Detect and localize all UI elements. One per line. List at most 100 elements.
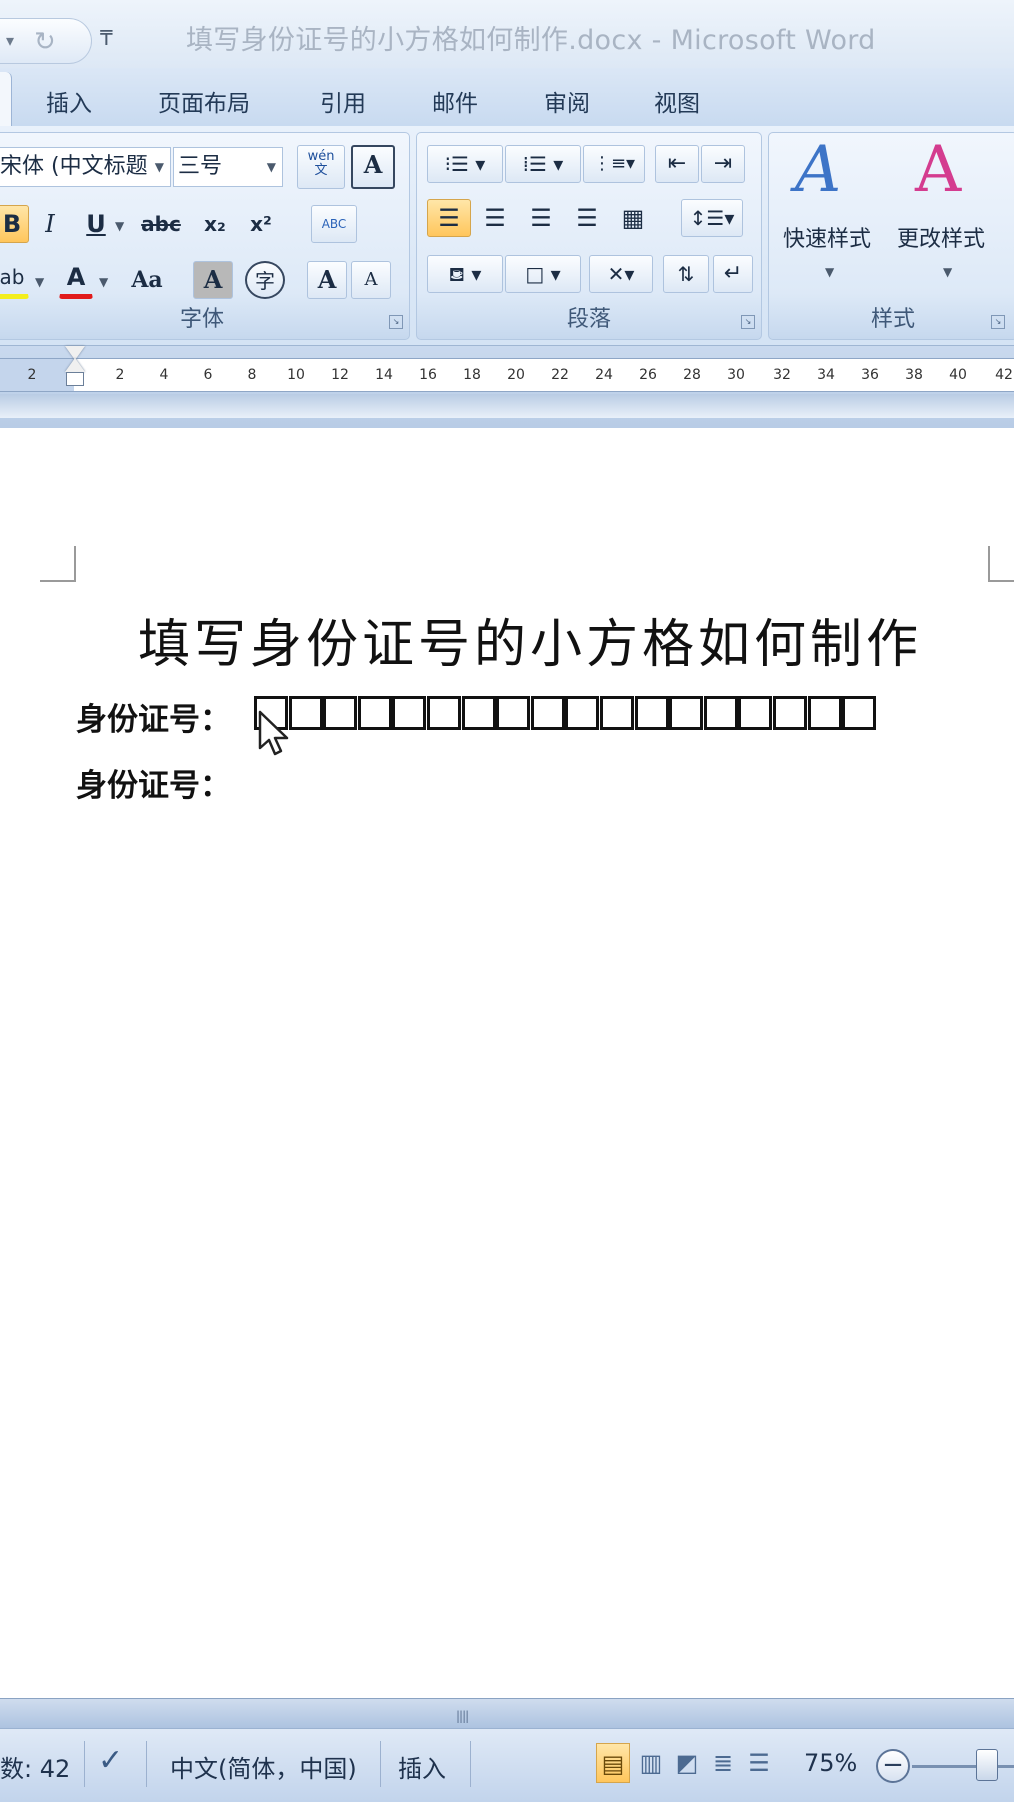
indent-marker[interactable] (64, 346, 86, 386)
superscript-button[interactable]: x² (241, 205, 281, 243)
document-heading[interactable]: 填写身份证号的小方格如何制作 (138, 602, 922, 677)
chevron-down-icon[interactable]: ▼ (267, 148, 276, 186)
left-indent-marker[interactable] (66, 372, 84, 386)
justify-button[interactable]: ☰ (565, 199, 609, 237)
id-digit-box[interactable] (392, 696, 427, 730)
tab-page-layout[interactable]: 页面布局 (158, 84, 250, 118)
align-left-button[interactable]: ☰ (427, 199, 471, 237)
zoom-out-button[interactable]: − (876, 1749, 910, 1783)
underline-dropdown-icon[interactable]: ▼ (115, 219, 124, 233)
highlight-dropdown-icon[interactable]: ▼ (35, 275, 44, 289)
tab-references[interactable]: 引用 (320, 84, 366, 118)
shading-button[interactable]: ⛾ ▾ (427, 255, 503, 293)
font-color-button[interactable]: A (59, 261, 93, 299)
sort-button[interactable]: ⇅ (663, 255, 709, 293)
id-box-row[interactable] (254, 696, 877, 730)
italic-button[interactable]: I (33, 205, 67, 243)
customize-qat-icon[interactable]: ₸ (100, 26, 113, 50)
id-digit-box[interactable] (288, 696, 323, 730)
character-shading-button[interactable]: A (193, 261, 233, 299)
hanging-indent-marker[interactable] (65, 358, 85, 372)
ruler-tick: 12 (331, 367, 349, 383)
align-right-button[interactable]: ☰ (519, 199, 563, 237)
borders-button[interactable]: □ ▾ (505, 255, 581, 293)
line-spacing-button[interactable]: ↕☰▾ (681, 199, 743, 237)
id-digit-box[interactable] (703, 696, 738, 730)
bullets-button[interactable]: ⁝☰ ▾ (427, 145, 503, 183)
id-digit-box[interactable] (634, 696, 669, 730)
bold-button[interactable]: B (0, 205, 29, 243)
id-number-label[interactable]: 身份证号： (76, 694, 231, 739)
document-page[interactable]: 填写身份证号的小方格如何制作 身份证号： 身份证号： (0, 428, 1014, 1698)
proofing-check-icon[interactable]: ✓ (98, 1743, 123, 1778)
quick-access-toolbar[interactable]: ▾ ↻ (0, 18, 92, 64)
zoom-level[interactable]: 75% (804, 1749, 857, 1777)
id-digit-box[interactable] (426, 696, 461, 730)
web-layout-view-button[interactable]: ◩ (670, 1743, 704, 1783)
strikethrough-button[interactable]: abc (137, 205, 185, 243)
distributed-button[interactable]: ▦ (611, 199, 655, 237)
horizontal-ruler[interactable]: 2 2 4 6 8 10 12 14 16 18 20 22 24 26 28 … (0, 358, 1014, 392)
shrink-font-button[interactable]: A (351, 261, 391, 299)
word-count[interactable]: 数: 42 (0, 1749, 70, 1784)
phonetic-guide-button[interactable]: wén 文 (297, 145, 345, 189)
outline-view-button[interactable]: ≣ (706, 1743, 740, 1783)
id-digit-box[interactable] (357, 696, 392, 730)
draft-view-button[interactable]: ☰ (742, 1743, 776, 1783)
highlight-button[interactable]: ab (0, 261, 29, 299)
zoom-slider-thumb[interactable] (976, 1749, 998, 1781)
paragraph-dialog-launcher-icon[interactable]: ↘ (741, 315, 755, 329)
id-digit-box[interactable] (461, 696, 496, 730)
quick-styles-button[interactable]: A 快速样式 ▼ (769, 133, 891, 303)
id-digit-box[interactable] (323, 696, 358, 730)
id-digit-box[interactable] (669, 696, 704, 730)
multilevel-list-icon: ⋮≡▾ (592, 153, 636, 174)
asian-layout-button[interactable]: ✕▾ (589, 255, 653, 293)
undo-dropdown-arrow[interactable]: ▾ (6, 31, 14, 50)
zoom-slider[interactable] (912, 1765, 1014, 1768)
redo-icon[interactable]: ↻ (34, 27, 56, 57)
id-digit-box[interactable] (772, 696, 807, 730)
print-layout-view-button[interactable]: ▤ (596, 1743, 630, 1783)
styles-dialog-launcher-icon[interactable]: ↘ (991, 315, 1005, 329)
id-digit-box[interactable] (496, 696, 531, 730)
id-number-label[interactable]: 身份证号： (76, 760, 231, 805)
language-indicator[interactable]: 中文(简体，中国) (170, 1749, 357, 1784)
tab-mailings[interactable]: 邮件 (432, 84, 478, 118)
id-digit-box[interactable] (530, 696, 565, 730)
numbering-button[interactable]: ⁞☰ ▾ (505, 145, 581, 183)
chevron-down-icon[interactable]: ▼ (155, 148, 164, 186)
id-digit-box[interactable] (565, 696, 600, 730)
font-size-combo[interactable]: 三号 ▼ (173, 147, 283, 187)
decrease-indent-button[interactable]: ⇤ (655, 145, 699, 183)
id-digit-box[interactable] (842, 696, 877, 730)
clear-formatting-button[interactable]: ABC (311, 205, 357, 243)
chevron-down-icon[interactable]: ▼ (943, 265, 952, 279)
font-color-dropdown-icon[interactable]: ▼ (99, 275, 108, 289)
insert-mode-indicator[interactable]: 插入 (398, 1749, 446, 1784)
font-name-combo[interactable]: 宋体 (中文标题 ▼ (0, 147, 171, 187)
increase-indent-button[interactable]: ⇥ (701, 145, 745, 183)
font-dialog-launcher-icon[interactable]: ↘ (389, 315, 403, 329)
character-border-button[interactable]: A (351, 145, 395, 189)
change-styles-button[interactable]: A 更改样式 ▼ (887, 133, 1011, 303)
grow-font-button[interactable]: A (307, 261, 347, 299)
tab-home-edge[interactable] (0, 72, 12, 126)
scroll-grip-icon[interactable]: |||| (456, 1709, 469, 1723)
chevron-down-icon[interactable]: ▼ (825, 265, 834, 279)
tab-insert[interactable]: 插入 (46, 84, 92, 118)
id-digit-box[interactable] (599, 696, 634, 730)
multilevel-list-button[interactable]: ⋮≡▾ (583, 145, 645, 183)
tab-view[interactable]: 视图 (654, 84, 700, 118)
change-case-button[interactable]: Aa (123, 261, 171, 299)
underline-button[interactable]: U (79, 205, 113, 243)
full-screen-reading-view-button[interactable]: ▥ (634, 1743, 668, 1783)
align-center-button[interactable]: ☰ (473, 199, 517, 237)
tab-review[interactable]: 审阅 (544, 84, 590, 118)
id-digit-box[interactable] (738, 696, 773, 730)
id-digit-box[interactable] (807, 696, 842, 730)
subscript-button[interactable]: x₂ (195, 205, 235, 243)
horizontal-scrollbar[interactable]: |||| (0, 1698, 1014, 1728)
enclose-characters-button[interactable]: 字 (245, 261, 285, 299)
show-marks-button[interactable]: ↵ (713, 255, 753, 293)
